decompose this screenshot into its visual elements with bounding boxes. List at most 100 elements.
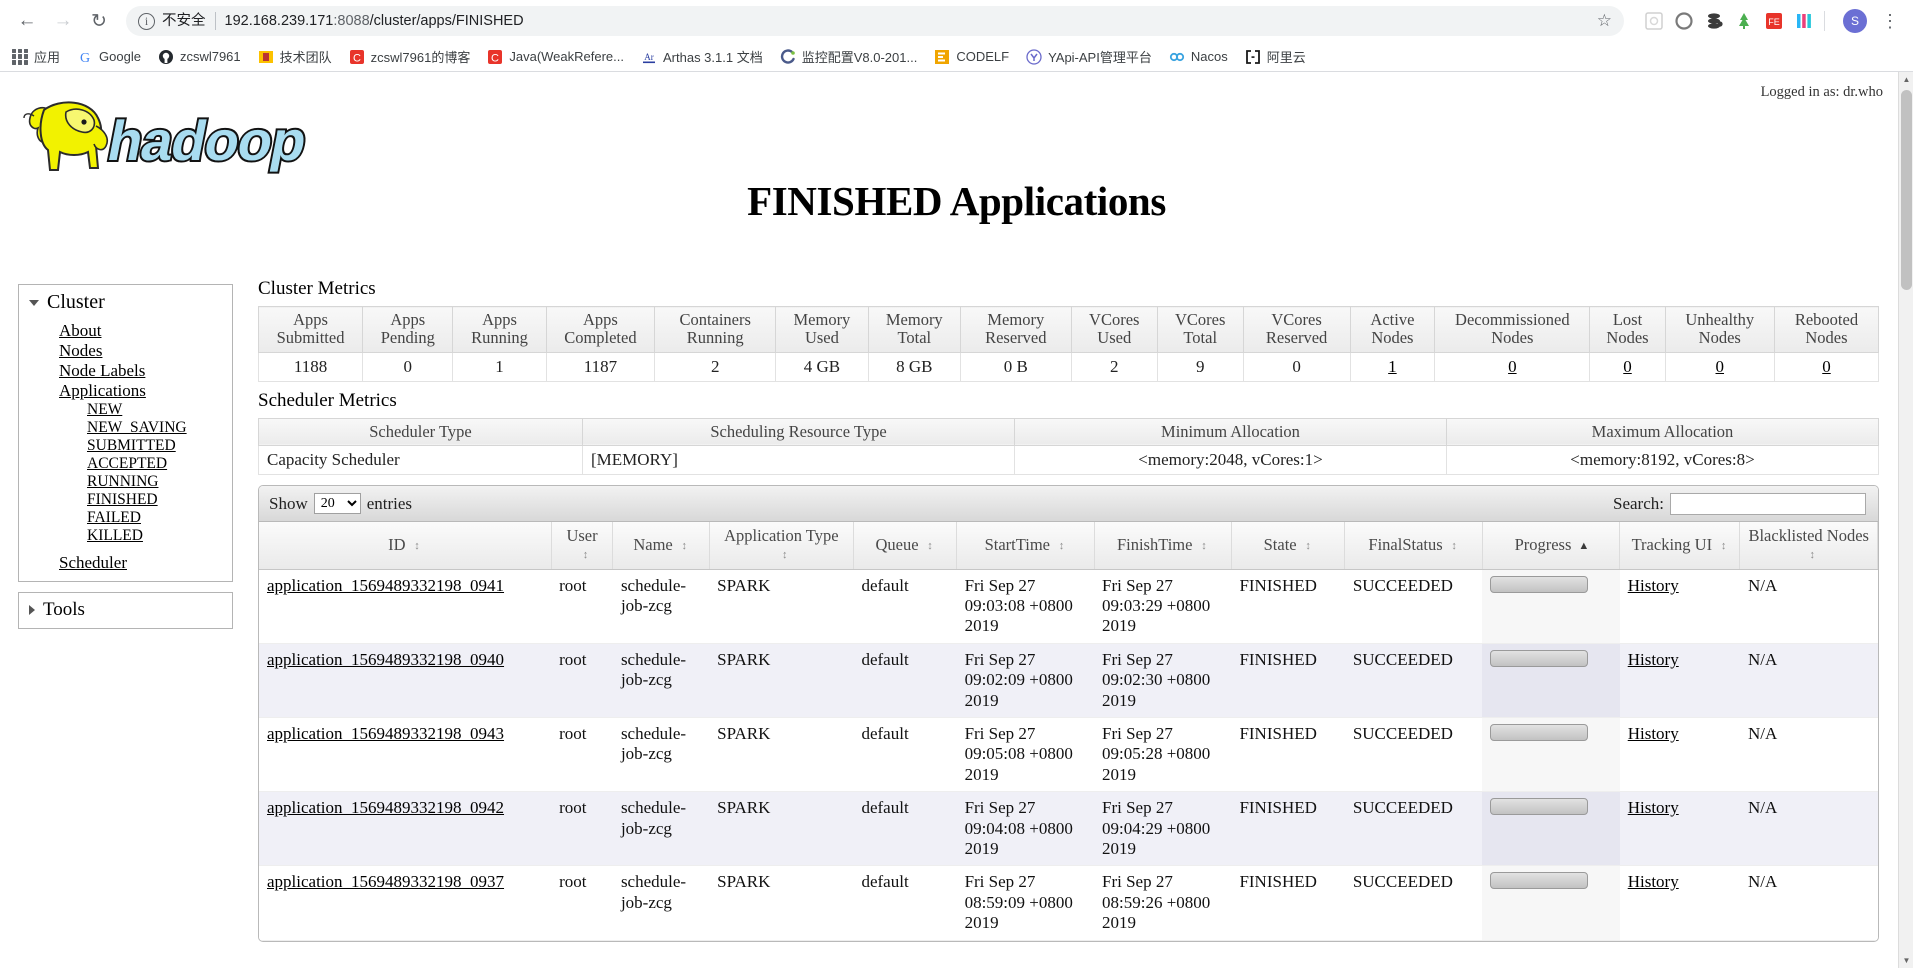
puzzle-extension-icon[interactable] bbox=[1644, 11, 1664, 31]
page-length-select[interactable]: 20 40 60 80 100 bbox=[313, 493, 361, 515]
th-progress[interactable]: Progress ▲ bbox=[1482, 522, 1621, 570]
sidebar-link-failed[interactable]: FAILED bbox=[19, 509, 141, 527]
th-state[interactable]: State ↕ bbox=[1231, 522, 1346, 570]
bookmark-monitor-config[interactable]: 监控配置V8.0-201... bbox=[780, 47, 917, 66]
cell-id[interactable]: application_1569489332198_0940 bbox=[259, 643, 552, 719]
bookmark-arthas[interactable]: Ar Arthas 3.1.1 文档 bbox=[641, 47, 763, 66]
bookmark-codelf[interactable]: CODELF bbox=[934, 49, 1009, 65]
bookmark-tech-team[interactable]: 技术团队 bbox=[258, 47, 332, 66]
search-input[interactable] bbox=[1670, 492, 1866, 515]
sidebar-item-failed[interactable]: FAILED bbox=[19, 509, 232, 527]
sidebar-link-finished[interactable]: FINISHED bbox=[19, 491, 158, 509]
address-bar[interactable]: i 不安全 192.168.239.171:8088/cluster/apps/… bbox=[126, 6, 1624, 36]
tracking-ui-link[interactable]: History bbox=[1628, 798, 1679, 817]
bookmark-google[interactable]: G Google bbox=[77, 49, 141, 65]
tracking-ui-link[interactable]: History bbox=[1628, 650, 1679, 669]
cell-tracking-ui[interactable]: History bbox=[1619, 569, 1740, 644]
link-unhealthy-nodes[interactable]: 0 bbox=[1716, 357, 1725, 376]
application-id-link[interactable]: application_1569489332198_0940 bbox=[267, 650, 504, 669]
cell-tracking-ui[interactable]: History bbox=[1619, 791, 1740, 867]
sidebar-item-killed[interactable]: KILLED bbox=[19, 527, 232, 545]
sidebar-item-new-saving[interactable]: NEW_SAVING bbox=[19, 419, 232, 437]
th-starttime[interactable]: StartTime ↕ bbox=[956, 522, 1095, 570]
sidebar-item-scheduler[interactable]: Scheduler bbox=[19, 553, 232, 573]
sidebar-item-node-labels[interactable]: Node Labels bbox=[19, 361, 232, 381]
forward-arrow-icon[interactable]: → bbox=[46, 4, 80, 38]
sidebar-link-killed[interactable]: KILLED bbox=[19, 527, 143, 545]
link-decommissioned-nodes[interactable]: 0 bbox=[1508, 357, 1517, 376]
cluster-nav-header[interactable]: Cluster bbox=[19, 285, 232, 321]
tracking-ui-link[interactable]: History bbox=[1628, 576, 1679, 595]
cell-id[interactable]: application_1569489332198_0941 bbox=[259, 569, 552, 644]
bookmark-csdn-blog[interactable]: C zcswl7961的博客 bbox=[349, 47, 470, 66]
sidebar-link-submitted[interactable]: SUBMITTED bbox=[19, 437, 176, 455]
tree-extension-icon[interactable] bbox=[1734, 11, 1754, 31]
th-id[interactable]: ID ↕ bbox=[259, 522, 552, 570]
fe-extension-icon[interactable]: FE bbox=[1764, 11, 1784, 31]
cell-tracking-ui[interactable]: History bbox=[1619, 643, 1740, 719]
cell-id[interactable]: application_1569489332198_0942 bbox=[259, 791, 552, 867]
database-extension-icon[interactable] bbox=[1704, 11, 1724, 31]
th-name[interactable]: Name ↕ bbox=[612, 522, 710, 570]
link-rebooted-nodes[interactable]: 0 bbox=[1822, 357, 1831, 376]
sidebar-link-about[interactable]: About bbox=[19, 321, 102, 341]
scroll-up-arrow-icon[interactable]: ▲ bbox=[1899, 72, 1913, 87]
val-decommissioned-nodes[interactable]: 0 bbox=[1434, 351, 1591, 382]
chrome-menu-icon[interactable]: ⋮ bbox=[1877, 12, 1903, 30]
cell-id[interactable]: application_1569489332198_0937 bbox=[259, 865, 552, 941]
chart-extension-icon[interactable] bbox=[1794, 11, 1814, 31]
th-user[interactable]: User ↕ bbox=[551, 522, 614, 570]
val-active-nodes[interactable]: 1 bbox=[1349, 351, 1436, 382]
th-queue[interactable]: Queue ↕ bbox=[853, 522, 958, 570]
sidebar-item-about[interactable]: About bbox=[19, 321, 232, 341]
bookmark-yapi[interactable]: YApi-API管理平台 bbox=[1026, 47, 1152, 66]
tools-nav-header[interactable]: Tools bbox=[19, 593, 232, 628]
bookmark-zcswl7961[interactable]: zcswl7961 bbox=[158, 49, 241, 65]
application-id-link[interactable]: application_1569489332198_0943 bbox=[267, 724, 504, 743]
back-arrow-icon[interactable]: ← bbox=[10, 4, 44, 38]
cell-tracking-ui[interactable]: History bbox=[1619, 717, 1740, 793]
val-lost-nodes[interactable]: 0 bbox=[1589, 351, 1666, 382]
reload-icon[interactable]: ↻ bbox=[82, 4, 116, 38]
table-row[interactable]: application_1569489332198_0937 root sche… bbox=[259, 865, 1878, 941]
sidebar-item-applications[interactable]: Applications bbox=[19, 381, 232, 401]
scrollbar-thumb[interactable] bbox=[1901, 90, 1912, 290]
bookmark-aliyun[interactable]: 阿里云 bbox=[1245, 47, 1306, 66]
tools-nav-box[interactable]: Tools bbox=[18, 592, 233, 629]
sidebar-link-new-saving[interactable]: NEW_SAVING bbox=[19, 419, 187, 437]
application-id-link[interactable]: application_1569489332198_0941 bbox=[267, 576, 504, 595]
sidebar-item-finished[interactable]: FINISHED bbox=[19, 491, 232, 509]
application-id-link[interactable]: application_1569489332198_0937 bbox=[267, 872, 504, 891]
table-row[interactable]: application_1569489332198_0942 root sche… bbox=[259, 791, 1878, 867]
sidebar-link-scheduler[interactable]: Scheduler bbox=[19, 553, 127, 573]
th-finishtime[interactable]: FinishTime ↕ bbox=[1094, 522, 1232, 570]
sidebar-link-node-labels[interactable]: Node Labels bbox=[19, 361, 145, 381]
bookmark-star-icon[interactable]: ☆ bbox=[1589, 11, 1612, 31]
page-scrollbar[interactable]: ▲ ▼ bbox=[1898, 72, 1913, 968]
circle-extension-icon[interactable] bbox=[1674, 11, 1694, 31]
tracking-ui-link[interactable]: History bbox=[1628, 872, 1679, 891]
sidebar-item-new[interactable]: NEW bbox=[19, 401, 232, 419]
application-id-link[interactable]: application_1569489332198_0942 bbox=[267, 798, 504, 817]
th-finalstatus[interactable]: FinalStatus ↕ bbox=[1344, 522, 1483, 570]
link-lost-nodes[interactable]: 0 bbox=[1623, 357, 1632, 376]
sidebar-link-applications[interactable]: Applications bbox=[19, 381, 146, 401]
cell-tracking-ui[interactable]: History bbox=[1619, 865, 1740, 941]
cell-id[interactable]: application_1569489332198_0943 bbox=[259, 717, 552, 793]
sidebar-link-new[interactable]: NEW bbox=[19, 401, 122, 419]
sidebar-link-running[interactable]: RUNNING bbox=[19, 473, 158, 491]
sidebar-item-submitted[interactable]: SUBMITTED bbox=[19, 437, 232, 455]
th-application-type[interactable]: Application Type ↕ bbox=[709, 522, 854, 570]
hadoop-logo[interactable]: hadoop bbox=[14, 94, 334, 187]
val-rebooted-nodes[interactable]: 0 bbox=[1773, 351, 1880, 382]
tracking-ui-link[interactable]: History bbox=[1628, 724, 1679, 743]
table-row[interactable]: application_1569489332198_0941 root sche… bbox=[259, 569, 1878, 644]
th-tracking-ui[interactable]: Tracking UI ↕ bbox=[1619, 522, 1741, 570]
link-active-nodes[interactable]: 1 bbox=[1388, 357, 1397, 376]
th-blacklisted-nodes[interactable]: Blacklisted Nodes ↕ bbox=[1739, 522, 1878, 570]
bookmark-java-weakref[interactable]: C Java(WeakRefere... bbox=[487, 49, 624, 65]
sidebar-link-accepted[interactable]: ACCEPTED bbox=[19, 455, 167, 473]
profile-avatar[interactable]: S bbox=[1843, 9, 1867, 33]
sidebar-link-nodes[interactable]: Nodes bbox=[19, 341, 102, 361]
scroll-down-arrow-icon[interactable]: ▼ bbox=[1899, 953, 1913, 968]
